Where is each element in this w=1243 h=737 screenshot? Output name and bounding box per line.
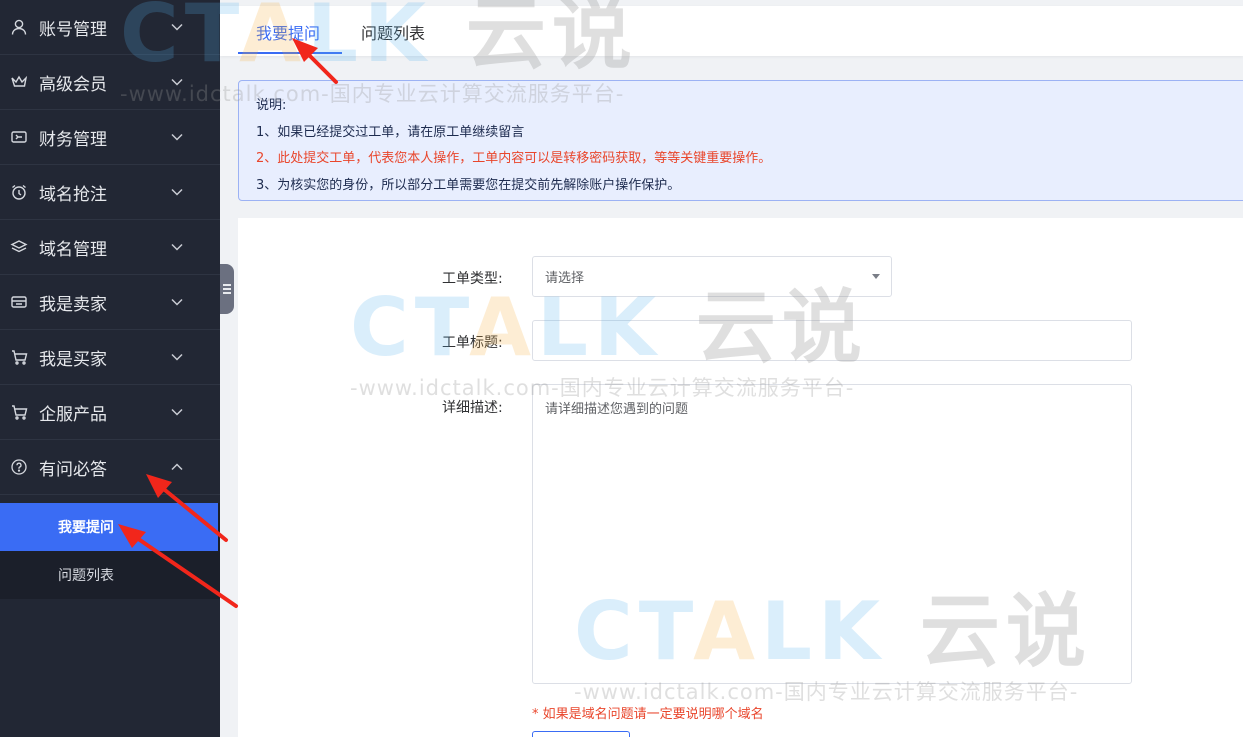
tabs-bar: 我要提问 问题列表 xyxy=(220,6,1243,56)
submenu-item-question-list[interactable]: 问题列表 xyxy=(0,551,220,599)
tab-ask[interactable]: 我要提问 xyxy=(256,20,320,44)
cart-icon xyxy=(10,348,28,366)
sidebar-item-label: 财务管理 xyxy=(39,129,107,150)
caret-down-icon xyxy=(872,274,880,279)
user-icon xyxy=(10,18,28,36)
domain-hint: * 如果是域名问题请一定要说明哪个域名 xyxy=(532,707,764,722)
notice-line-2: 2、此处提交工单，代表您本人操作，工单内容可以是转移密码获取，等等关键重要操作。 xyxy=(256,151,772,166)
active-tab-indicator xyxy=(238,52,342,54)
sidebar-item-label: 我是买家 xyxy=(39,349,107,370)
crown-icon xyxy=(10,73,28,91)
notice-title: 说明: xyxy=(256,98,287,113)
submit-button[interactable] xyxy=(532,731,630,737)
cart-icon xyxy=(10,403,28,421)
chevron-up-icon xyxy=(170,460,184,474)
ticket-title-label: 工单标题: xyxy=(442,335,503,351)
sidebar-item-domain-manage[interactable]: 域名管理 xyxy=(0,220,220,275)
chevron-down-icon xyxy=(170,405,184,419)
ticket-type-select[interactable]: 请选择 xyxy=(532,256,892,297)
qa-submenu: 我要提问 问题列表 xyxy=(0,503,220,599)
chevron-down-icon xyxy=(170,75,184,89)
textarea-placeholder: 请详细描述您遇到的问题 xyxy=(545,402,689,417)
select-placeholder: 请选择 xyxy=(545,271,585,286)
ticket-type-label: 工单类型: xyxy=(442,271,503,287)
question-circle-icon xyxy=(10,458,28,476)
chevron-down-icon xyxy=(170,350,184,364)
chevron-down-icon xyxy=(170,240,184,254)
sidebar-item-label: 我是卖家 xyxy=(39,294,107,315)
chevron-down-icon xyxy=(170,185,184,199)
sidebar-item-qa[interactable]: 有问必答 xyxy=(0,440,220,495)
tab-question-list[interactable]: 问题列表 xyxy=(361,20,425,44)
sidebar-item-seller[interactable]: 我是卖家 xyxy=(0,275,220,330)
layers-icon xyxy=(10,238,28,256)
ticket-title-input[interactable] xyxy=(532,320,1132,361)
ticket-form: 工单类型: 请选择 工单标题: 详细描述: 请详细描述您遇到的问题 * 如果是域… xyxy=(238,218,1243,737)
sidebar-item-label: 高级会员 xyxy=(39,74,107,95)
description-label: 详细描述: xyxy=(442,400,503,416)
sidebar-item-vip[interactable]: 高级会员 xyxy=(0,55,220,110)
description-textarea[interactable]: 请详细描述您遇到的问题 xyxy=(532,384,1132,684)
sidebar-item-label: 有问必答 xyxy=(39,459,107,480)
submenu-item-ask[interactable]: 我要提问 xyxy=(0,503,218,551)
sidebar-item-label: 域名管理 xyxy=(39,239,107,260)
chevron-down-icon xyxy=(170,20,184,34)
sidebar-item-label: 企服产品 xyxy=(39,404,107,425)
wallet-icon xyxy=(10,128,28,146)
sidebar-item-finance[interactable]: 财务管理 xyxy=(0,110,220,165)
store-icon xyxy=(10,293,28,311)
sidebar-item-domain-backorder[interactable]: 域名抢注 xyxy=(0,165,220,220)
sidebar-item-label: 域名抢注 xyxy=(39,184,107,205)
sidebar: 账号管理 高级会员 财务管理 域名抢注 域名管理 我是卖家 我是买家 企服产品 xyxy=(0,0,220,737)
sidebar-item-label: 账号管理 xyxy=(39,19,107,40)
sidebar-item-account[interactable]: 账号管理 xyxy=(0,0,220,55)
chevron-down-icon xyxy=(170,130,184,144)
notice-line-3: 3、为核实您的身份，所以部分工单需要您在提交前先解除账户操作保护。 xyxy=(256,177,681,193)
sidebar-item-buyer[interactable]: 我是买家 xyxy=(0,330,220,385)
chevron-down-icon xyxy=(170,295,184,309)
notice-line-1: 1、如果已经提交过工单，请在原工单继续留言 xyxy=(256,124,525,140)
main-content: 我要提问 问题列表 说明: 1、如果已经提交过工单，请在原工单继续留言 2、此处… xyxy=(220,0,1243,737)
alarm-clock-icon xyxy=(10,183,28,201)
notice-box: 说明: 1、如果已经提交过工单，请在原工单继续留言 2、此处提交工单，代表您本人… xyxy=(238,80,1243,201)
sidebar-item-enterprise[interactable]: 企服产品 xyxy=(0,385,220,440)
